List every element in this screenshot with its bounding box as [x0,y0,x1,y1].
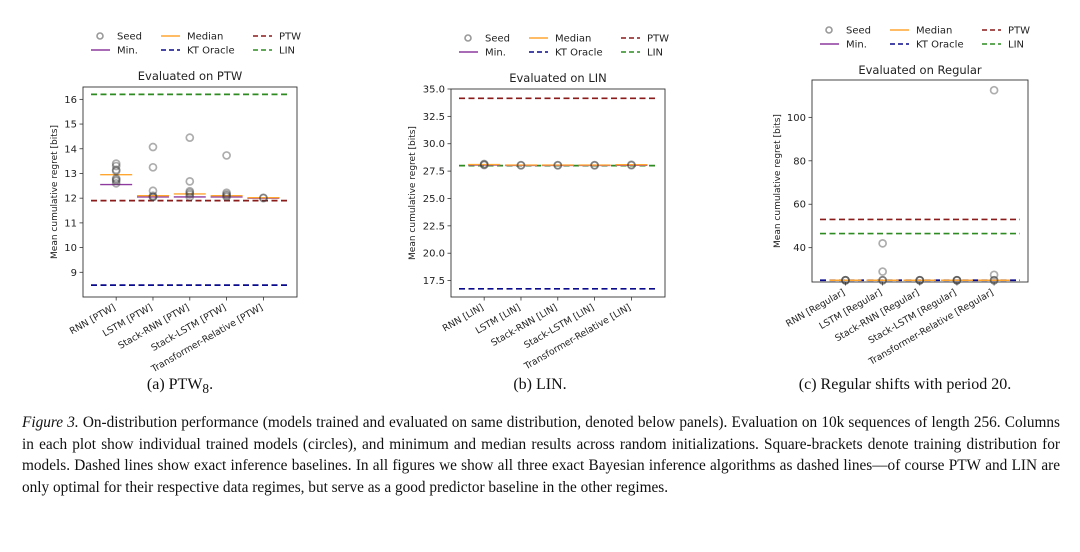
y-tick-label: 22.5 [423,221,445,232]
legend: Seed Median PTW Min. KT Oracle LIN [459,34,669,59]
chart-title: Evaluated on PTW [138,69,243,83]
legend-min-label: Min. [117,46,138,57]
seed-point [878,238,887,248]
y-tick-label: 60 [793,200,806,211]
legend-kt-label: KT Oracle [187,46,235,57]
y-tick-label: 35.0 [423,85,445,96]
legend-seed-label: Seed [846,26,871,37]
axes-frame [450,88,666,298]
y-tick-label: 15 [64,120,77,131]
chart-title: Evaluated on LIN [509,71,607,85]
legend-seed-label: Seed [485,34,510,45]
y-tick-label: 27.5 [423,167,445,178]
y-tick-label: 32.5 [423,112,445,123]
legend-median-label: Median [916,26,952,37]
legend-seed-label: Seed [117,32,142,43]
seed-point [185,133,195,142]
subcaption-c: (c) Regular shifts with period 20. [798,376,1012,393]
y-tick-label: 100 [787,113,806,124]
y-tick-label: 10 [64,243,77,254]
chart-panel-2: Seed Median PTW Min. KT Oracle LIN Evaluated o… [773,26,1030,369]
y-tick-label: 17.5 [423,276,445,287]
chart-title: Evaluated on Regular [858,63,982,77]
y-tick-label: 30.0 [423,139,445,150]
legend-lin-label: LIN [1008,40,1024,51]
y-axis-label: Mean cumulative regret [bits] [50,125,60,259]
legend-lin-label: LIN [647,48,663,59]
subcaption-a: (a) PTW8. [146,376,214,397]
legend: Seed Median PTW Min. KT Oracle LIN [91,32,301,57]
seed-point [148,162,158,172]
seed-point [185,177,195,186]
legend-min-label: Min. [846,40,867,51]
legend-kt-label: KT Oracle [916,40,964,51]
legend-median-label: Median [187,32,223,43]
figure-caption: Figure 3. On-distribution performance (m… [22,414,1060,496]
y-axis-label: Mean cumulative regret [bits] [773,114,783,248]
legend-kt-label: KT Oracle [555,48,603,59]
y-tick-label: 13 [64,169,77,180]
subcaption-b: (b) LIN. [513,376,567,393]
legend-seed-marker [464,34,472,42]
legend-median-label: Median [555,34,591,45]
legend-seed-marker [825,26,833,34]
seed-point [989,85,999,95]
seed-point [222,151,231,160]
axes-frame [811,79,1029,283]
y-tick-label: 16 [64,95,77,106]
legend-ptw-label: PTW [1008,26,1030,37]
legend-ptw-label: PTW [647,34,669,45]
legend: Seed Median PTW Min. KT Oracle LIN [820,26,1030,51]
legend-seed-marker [96,32,104,40]
chart-panel-0: Seed Median PTW Min. KT Oracle LIN Evaluated o… [50,32,301,376]
chart-panel-1: Seed Median PTW Min. KT Oracle LIN Evaluated o… [408,34,669,373]
y-tick-label: 12 [64,194,77,205]
figure-panels: Seed Median PTW Min. KT Oracle LIN Evaluated o… [50,26,1030,376]
y-tick-label: 80 [793,156,806,167]
seed-point [148,142,158,152]
legend-ptw-label: PTW [279,32,301,43]
seed-point [878,267,887,276]
y-tick-label: 14 [64,144,77,155]
y-tick-label: 11 [64,218,77,229]
y-tick-label: 25.0 [423,194,445,205]
y-tick-label: 20.0 [423,249,445,260]
axes-frame [82,86,298,298]
y-axis-label: Mean cumulative regret [bits] [408,126,418,260]
legend-min-label: Min. [485,48,506,59]
y-tick-label: 40 [793,243,806,254]
caption-label: Figure 3. [22,414,79,431]
legend-lin-label: LIN [279,46,295,57]
y-tick-label: 9 [71,268,77,279]
